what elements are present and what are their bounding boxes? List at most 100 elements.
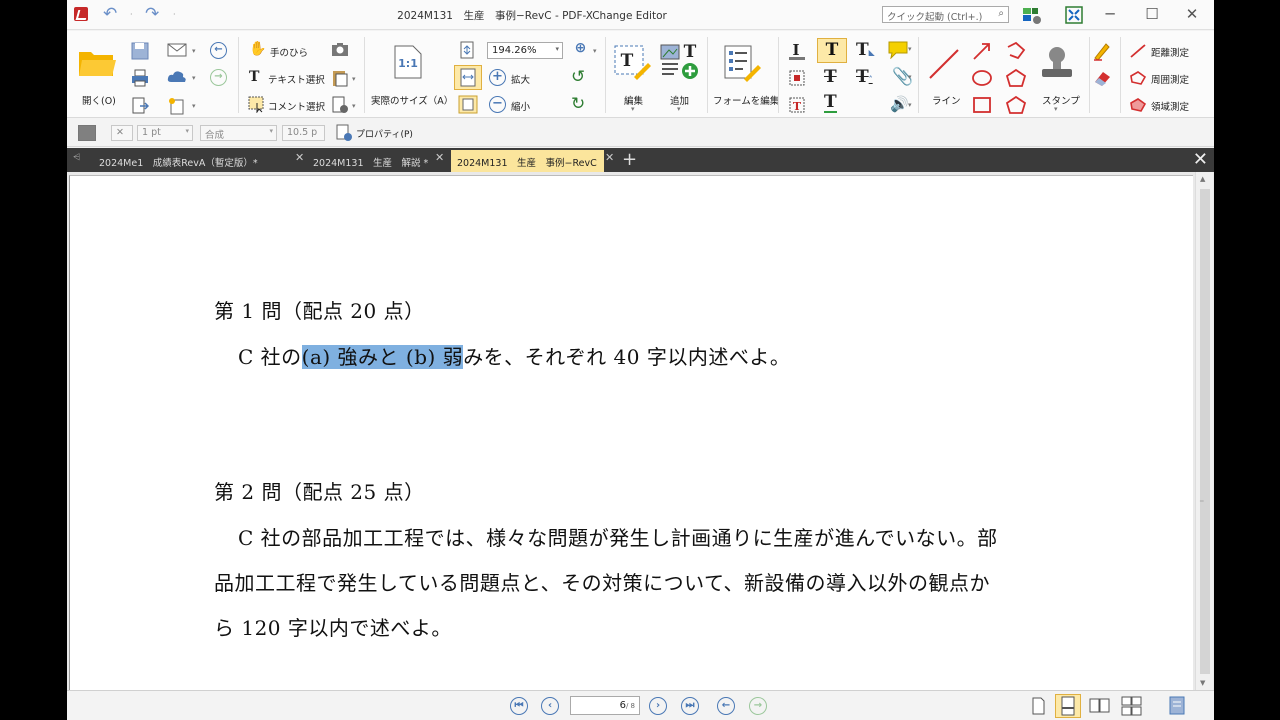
- zoom-in-button[interactable]: 拡大: [511, 72, 530, 86]
- actual-size-icon[interactable]: 1:1: [393, 45, 423, 79]
- sticky-note-icon[interactable]: [887, 41, 909, 59]
- tab-2024m131-commentary[interactable]: 2024M131 生産 解説 *: [307, 150, 447, 172]
- previous-page-icon[interactable]: ‹: [541, 697, 559, 715]
- add-content-icon[interactable]: T: [660, 41, 700, 83]
- forward-icon[interactable]: →: [210, 69, 227, 86]
- ellipse-icon[interactable]: [971, 68, 993, 88]
- text-box-tool-button[interactable]: T: [817, 38, 847, 63]
- area-icon[interactable]: [1129, 97, 1147, 113]
- history-back-icon[interactable]: ←: [717, 697, 735, 715]
- sound-icon[interactable]: 🔊: [890, 95, 909, 113]
- tab-close-icon[interactable]: ✕: [295, 151, 304, 164]
- form-edit-icon[interactable]: [722, 43, 762, 83]
- cloud-shape-icon[interactable]: [1005, 95, 1027, 115]
- distance-icon[interactable]: [1129, 43, 1147, 59]
- rotate-right-icon[interactable]: ↻: [571, 94, 585, 114]
- line-tool-button[interactable]: ライン: [932, 93, 961, 107]
- history-forward-icon[interactable]: →: [749, 697, 767, 715]
- view-options-button[interactable]: [1165, 694, 1191, 718]
- arrow-icon[interactable]: [971, 41, 993, 61]
- polyline-icon[interactable]: [1005, 41, 1027, 61]
- line-width-select[interactable]: 1 pt ▾: [137, 125, 193, 141]
- edit-content-icon[interactable]: T: [612, 41, 652, 81]
- zoom-tool-dropdown-icon[interactable]: ▾: [593, 47, 597, 55]
- edit-dropdown-icon[interactable]: ▾: [631, 105, 635, 113]
- cloud-dropdown-icon[interactable]: ▾: [192, 74, 196, 82]
- print-icon[interactable]: [131, 69, 149, 87]
- add-dropdown-icon[interactable]: ▾: [677, 105, 681, 113]
- continuous-view-button[interactable]: [1055, 694, 1081, 718]
- stamp-dropdown-icon[interactable]: ▾: [1054, 105, 1058, 113]
- email-icon[interactable]: [167, 42, 187, 58]
- tab-2024m131-case-revc[interactable]: 2024M131 生産 事例−RevC: [451, 150, 604, 172]
- app-logo-icon[interactable]: [74, 7, 88, 21]
- minimize-button[interactable]: ─: [1095, 4, 1125, 24]
- rectangle-icon[interactable]: [971, 95, 993, 115]
- zoom-out-icon[interactable]: −: [489, 96, 506, 113]
- underline-icon[interactable]: T: [824, 93, 837, 113]
- actual-size-button[interactable]: 実際のサイズ（A）: [371, 93, 453, 107]
- last-page-icon[interactable]: ⏭: [681, 697, 699, 715]
- line-icon[interactable]: [927, 47, 961, 81]
- single-page-view-button[interactable]: [1025, 694, 1051, 718]
- next-page-icon[interactable]: ›: [649, 697, 667, 715]
- fit-width-button[interactable]: [454, 65, 482, 90]
- cloud-icon[interactable]: [167, 69, 187, 85]
- vertical-scrollbar[interactable]: ▲ ═ ▼: [1195, 172, 1213, 690]
- question-1-text[interactable]: C 社の(a) 強みと (b) 弱みを、それぞれ 40 字以内述べよ。: [238, 341, 790, 370]
- form-edit-button[interactable]: フォームを編集: [713, 93, 779, 107]
- text-selection-highlight[interactable]: (a) 強みと (b) 弱: [301, 345, 464, 369]
- new-document-icon[interactable]: [167, 97, 187, 115]
- export-icon[interactable]: [131, 97, 149, 115]
- stamp-tool-button[interactable]: スタンプ: [1042, 93, 1080, 107]
- facing-continuous-view-button[interactable]: [1119, 694, 1145, 718]
- font-size-select[interactable]: 10.5 p: [282, 125, 325, 141]
- properties-icon[interactable]: [335, 124, 353, 142]
- distance-measure-button[interactable]: 距離測定: [1151, 45, 1189, 59]
- first-page-icon[interactable]: ⏮: [510, 697, 528, 715]
- tab-close-icon[interactable]: ✕: [605, 151, 614, 164]
- paste-icon[interactable]: [331, 69, 349, 87]
- strikeout-icon[interactable]: T: [824, 67, 837, 87]
- tab-close-icon[interactable]: ✕: [435, 151, 444, 164]
- redo-icon[interactable]: ↷: [145, 4, 159, 24]
- zoom-out-button[interactable]: 縮小: [511, 99, 530, 113]
- tab-2024me1-grades[interactable]: 2024Me1 成績表RevA（暫定版）*: [93, 150, 298, 172]
- scroll-up-icon[interactable]: ▲: [1200, 175, 1205, 183]
- document-tools-icon[interactable]: [331, 96, 349, 114]
- typewriter-icon[interactable]: I: [787, 41, 807, 61]
- textbox-select-icon[interactable]: T: [787, 95, 807, 115]
- tab-list-icon[interactable]: ⩤: [73, 153, 80, 163]
- sound-dropdown-icon[interactable]: ▾: [908, 101, 912, 109]
- doc-tools-dropdown-icon[interactable]: ▾: [352, 102, 356, 110]
- replace-text-icon[interactable]: T˄: [856, 67, 873, 87]
- blend-mode-select[interactable]: 合成 ▾: [200, 125, 277, 141]
- open-button[interactable]: 開く(O): [82, 93, 116, 107]
- paste-dropdown-icon[interactable]: ▾: [352, 75, 356, 83]
- rotate-left-icon[interactable]: ↺: [571, 67, 585, 87]
- perimeter-measure-button[interactable]: 周囲測定: [1151, 72, 1189, 86]
- callout-text-icon[interactable]: T◣: [856, 40, 875, 60]
- eraser-icon[interactable]: [1092, 68, 1112, 88]
- text-select-icon[interactable]: T: [249, 69, 259, 85]
- hand-tool-button[interactable]: 手のひら: [270, 45, 308, 59]
- email-dropdown-icon[interactable]: ▾: [192, 47, 196, 55]
- undo-dropdown-icon[interactable]: ·: [130, 10, 133, 19]
- comment-select-button[interactable]: コメント選択: [268, 99, 325, 113]
- fill-color-swatch[interactable]: [78, 125, 96, 141]
- document-viewport[interactable]: 第 1 問（配点 20 点） C 社の(a) 強みと (b) 弱みを、それぞれ …: [67, 172, 1214, 690]
- pdf-page[interactable]: 第 1 問（配点 20 点） C 社の(a) 強みと (b) 弱みを、それぞれ …: [69, 175, 1193, 690]
- customize-ui-icon[interactable]: [1022, 5, 1042, 25]
- perimeter-icon[interactable]: [1129, 70, 1147, 86]
- new-tab-icon[interactable]: +: [622, 149, 637, 170]
- scrollbar-thumb[interactable]: [1200, 189, 1210, 674]
- polygon-icon[interactable]: [1005, 68, 1027, 88]
- area-measure-button[interactable]: 領域測定: [1151, 99, 1189, 113]
- new-dropdown-icon[interactable]: ▾: [192, 102, 196, 110]
- quick-launch-input[interactable]: クイック起動 (Ctrl+.) ⌕: [882, 6, 1009, 23]
- fit-visible-icon[interactable]: [458, 95, 478, 114]
- zoom-tool-icon[interactable]: ⊕: [572, 41, 589, 59]
- line-style-select[interactable]: ✕: [111, 125, 133, 141]
- zoom-in-icon[interactable]: +: [489, 69, 506, 86]
- scroll-down-icon[interactable]: ▼: [1200, 679, 1205, 687]
